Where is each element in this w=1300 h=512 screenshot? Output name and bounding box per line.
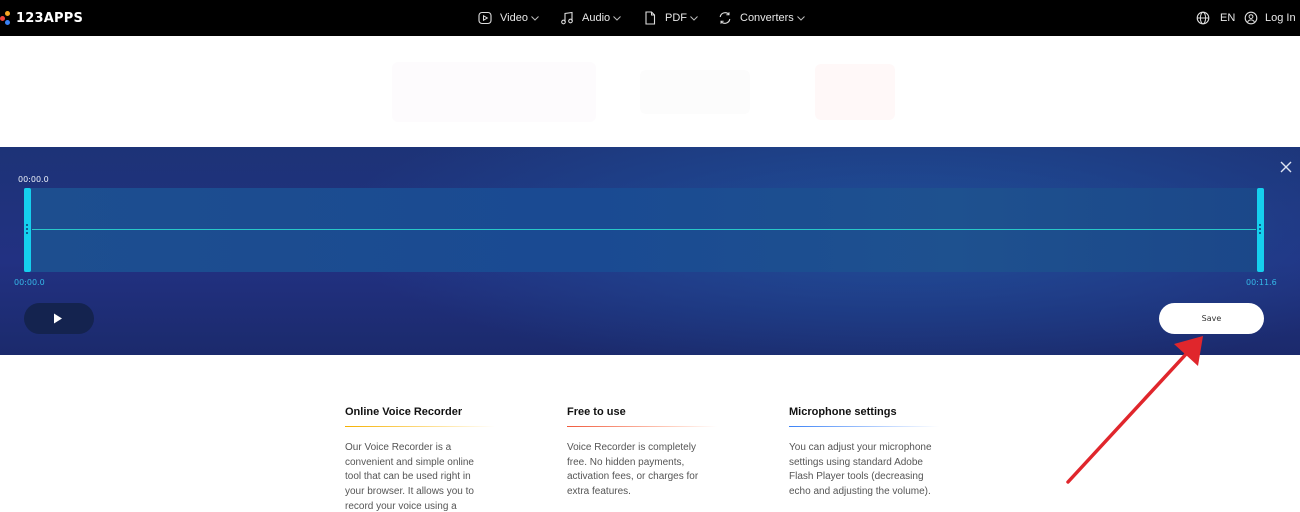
info-line: tool that can be used right in — [345, 471, 471, 483]
info-line: Flash Player tools (decreasing — [789, 471, 924, 483]
info-divider — [567, 426, 717, 427]
info-line: You can adjust your microphone — [789, 442, 932, 453]
info-line: echo and adjusting the volume). — [789, 486, 931, 498]
info-column-free: Free to use Voice Recorder is completely… — [567, 406, 727, 500]
info-line: settings using standard Adobe — [789, 456, 923, 468]
info-line: free. No hidden payments, — [567, 456, 685, 468]
info-divider — [345, 426, 495, 427]
info-line: extra features. — [567, 486, 631, 498]
info-text: You can adjust your microphone settings … — [789, 441, 949, 500]
info-title: Free to use — [567, 406, 626, 418]
info-title: Online Voice Recorder — [345, 406, 463, 418]
info-line: Voice Recorder is completely — [567, 442, 696, 453]
info-line: convenient and simple online — [345, 456, 474, 468]
info-divider — [789, 426, 939, 427]
info-text: Our Voice Recorder is a convenient and s… — [345, 441, 505, 512]
info-title: Microphone settings — [789, 406, 897, 418]
info-column-recorder: Online Voice Recorder Our Voice Recorder… — [345, 406, 505, 512]
info-line: record your voice using a — [345, 500, 457, 512]
info-column-microphone: Microphone settings You can adjust your … — [789, 406, 949, 500]
info-line: activation fees, or charges for — [567, 471, 699, 483]
info-text: Voice Recorder is completely free. No hi… — [567, 441, 727, 500]
info-line: Our Voice Recorder is a — [345, 442, 452, 453]
info-line: your browser. It allows you to — [345, 486, 474, 498]
